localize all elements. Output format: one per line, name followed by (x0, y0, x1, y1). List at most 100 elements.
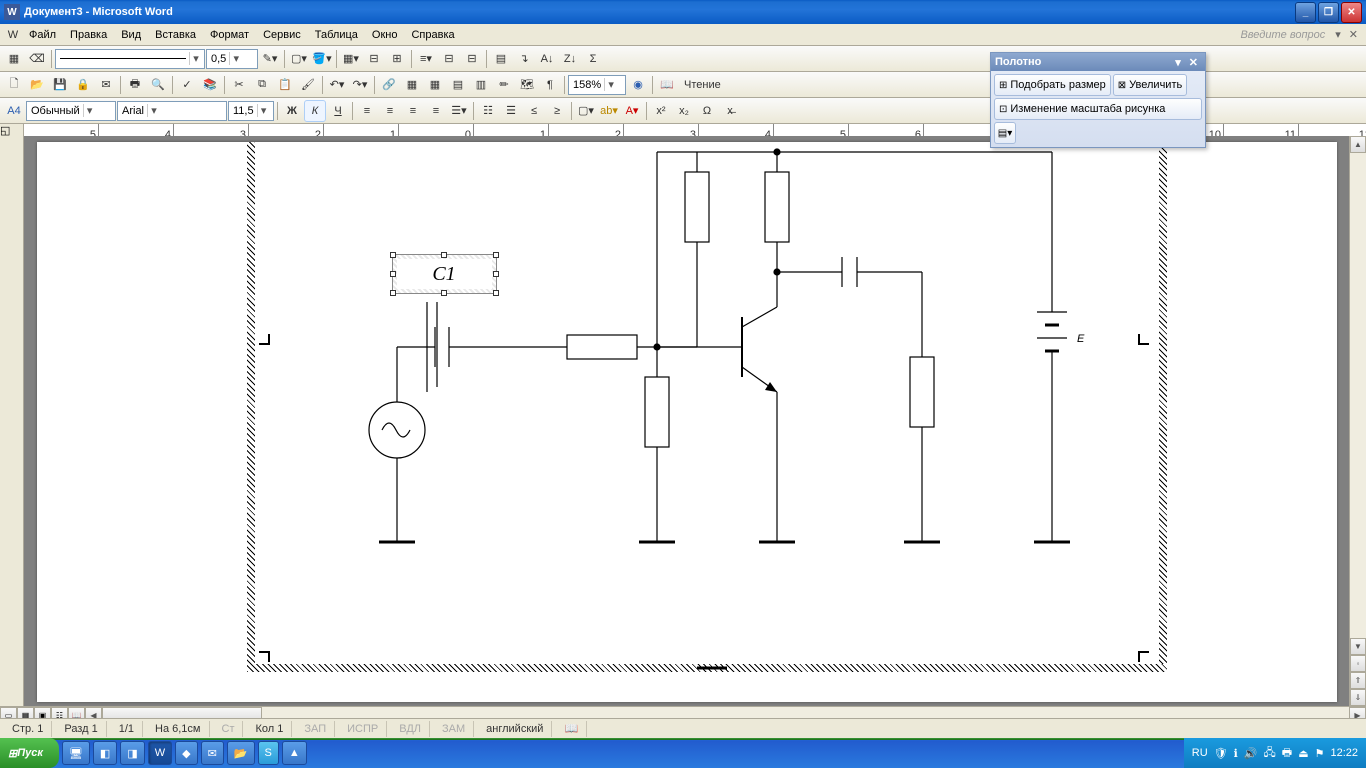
sort-desc-icon[interactable]: Z↓ (559, 48, 581, 70)
open-icon[interactable]: 📂 (26, 74, 48, 96)
menu-edit[interactable]: Правка (63, 27, 114, 43)
ask-box[interactable]: Введите вопрос (1240, 29, 1331, 41)
tables-borders-icon[interactable]: ▦ (401, 74, 423, 96)
save-icon[interactable]: 💾 (49, 74, 71, 96)
permission-icon[interactable]: 🔒 (72, 74, 94, 96)
task-app2[interactable]: ✉ (201, 741, 224, 765)
tray-lang[interactable]: RU (1192, 747, 1208, 759)
ql-app2-icon[interactable]: ◨ (120, 741, 144, 765)
line-spacing-icon[interactable]: ☰▾ (448, 100, 470, 122)
hyperlink-icon[interactable]: 🔗 (378, 74, 400, 96)
autoformat-icon[interactable]: ▤ (490, 48, 512, 70)
align-right-icon[interactable]: ≡ (402, 100, 424, 122)
sort-asc-icon[interactable]: A↓ (536, 48, 558, 70)
canvas-panel-title[interactable]: Полотно ▾✕ (991, 53, 1205, 71)
format-painter-icon[interactable]: 🖌 (297, 74, 319, 96)
menu-format[interactable]: Формат (203, 27, 256, 43)
undo-icon[interactable]: ↶▾ (326, 74, 348, 96)
scale-button[interactable]: ⊡ Изменение масштаба рисунка (994, 98, 1202, 120)
task-word[interactable]: W (148, 741, 172, 765)
copy-icon[interactable]: ⧉ (251, 74, 273, 96)
show-marks-icon[interactable]: ¶ (539, 74, 561, 96)
redo-icon[interactable]: ↷▾ (349, 74, 371, 96)
columns-icon[interactable]: ▥ (470, 74, 492, 96)
menu-tools[interactable]: Сервис (256, 27, 308, 43)
bold-button[interactable]: Ж (281, 100, 303, 122)
prev-page-icon[interactable]: ⇑ (1350, 672, 1366, 689)
distribute-cols-icon[interactable]: ⊟ (461, 48, 483, 70)
menu-file[interactable]: Файл (22, 27, 63, 43)
vertical-ruler[interactable] (0, 136, 24, 706)
zoom-combo[interactable]: 158%▾ (568, 75, 626, 95)
ql-desktop-icon[interactable]: 🖥 (62, 741, 90, 765)
excel-icon[interactable]: ▤ (447, 74, 469, 96)
paste-icon[interactable]: 📋 (274, 74, 296, 96)
text-direction-icon[interactable]: ↴ (513, 48, 535, 70)
tray-print-icon[interactable]: 🖶 (1282, 744, 1292, 763)
decrease-indent-icon[interactable]: ≤ (523, 100, 545, 122)
underline-button[interactable]: Ч (327, 100, 349, 122)
word-menu-icon[interactable]: W (4, 24, 22, 46)
italic-button[interactable]: К (304, 100, 326, 122)
canvas-toolbar-panel[interactable]: Полотно ▾✕ ⊞ Подобрать размер ⊠ Увеличит… (990, 52, 1206, 148)
increase-indent-icon[interactable]: ≥ (546, 100, 568, 122)
browse-object-icon[interactable]: ◦ (1350, 655, 1366, 672)
insert-table-icon[interactable]: ▦▾ (340, 48, 362, 70)
tray-network-icon[interactable]: 🖧 (1264, 744, 1276, 763)
align-left-icon[interactable]: ≡ (356, 100, 378, 122)
reading-mode-button[interactable]: Чтение (679, 74, 726, 96)
outside-border-icon[interactable]: ▢▾ (288, 48, 310, 70)
spelling-icon[interactable]: ✓ (176, 74, 198, 96)
shading-color-icon[interactable]: 🪣▾ (311, 48, 333, 70)
style-combo[interactable]: Обычный▾ (26, 101, 116, 121)
fit-button[interactable]: ⊞ Подобрать размер (994, 74, 1111, 96)
read-icon[interactable]: 📖 (656, 74, 678, 96)
restore-button[interactable]: ❐ (1318, 2, 1339, 23)
status-spell-icon[interactable]: 📖 (556, 721, 587, 737)
next-page-icon[interactable]: ⇓ (1350, 689, 1366, 706)
panel-close-icon[interactable]: ✕ (1186, 56, 1201, 69)
menu-table[interactable]: Таблица (308, 27, 365, 43)
ql-app1-icon[interactable]: ◧ (93, 741, 117, 765)
tray-clock[interactable]: 12:22 (1330, 747, 1358, 759)
align-cell-icon[interactable]: ≡▾ (415, 48, 437, 70)
start-button[interactable]: ⊞ Пуск (0, 738, 59, 768)
superscript-icon[interactable]: x² (650, 100, 672, 122)
line-style-combo[interactable]: ▾ (55, 49, 205, 69)
print-preview-icon[interactable]: 🔍 (147, 74, 169, 96)
panel-dropdown-icon[interactable]: ▾ (1172, 56, 1184, 69)
subscript-icon[interactable]: x₂ (673, 100, 695, 122)
size-combo[interactable]: 11,5▾ (228, 101, 274, 121)
align-center-icon[interactable]: ≡ (379, 100, 401, 122)
status-rec[interactable]: ЗАП (296, 721, 335, 737)
bullets-icon[interactable]: ☰ (500, 100, 522, 122)
scroll-up-icon[interactable]: ▲ (1350, 136, 1366, 153)
drawing-icon[interactable]: ✏ (493, 74, 515, 96)
email-icon[interactable]: ✉ (95, 74, 117, 96)
research-icon[interactable]: 📚 (199, 74, 221, 96)
tray-safely-remove-icon[interactable]: ⏏ (1298, 747, 1308, 760)
close-button[interactable]: ✕ (1341, 2, 1362, 23)
status-ext[interactable]: ВДЛ (391, 721, 430, 737)
tray-info-icon[interactable]: ℹ (1234, 747, 1238, 760)
expand-button[interactable]: ⊠ Увеличить (1113, 74, 1187, 96)
menu-help[interactable]: Справка (404, 27, 461, 43)
menu-window[interactable]: Окно (365, 27, 405, 43)
split-cells-icon[interactable]: ⊞ (386, 48, 408, 70)
cut-icon[interactable]: ✂ (228, 74, 250, 96)
task-app4[interactable]: ▲ (282, 741, 307, 765)
border-color-icon[interactable]: ✎▾ (259, 48, 281, 70)
line-weight-combo[interactable]: 0,5▾ (206, 49, 258, 69)
eraser-icon[interactable]: ⌫ (26, 48, 48, 70)
text-wrap-icon[interactable]: ▤▾ (994, 122, 1016, 144)
font-combo[interactable]: Arial▾ (117, 101, 227, 121)
symbol-icon[interactable]: Ω (696, 100, 718, 122)
tray-flag-icon[interactable]: ⚑ (1315, 747, 1325, 760)
page[interactable]: C1 E (37, 142, 1337, 702)
styles-pane-icon[interactable]: А4 (3, 100, 25, 122)
scroll-down-icon[interactable]: ▼ (1350, 638, 1366, 655)
menu-insert[interactable]: Вставка (148, 27, 203, 43)
highlight-icon[interactable]: ab▾ (598, 100, 620, 122)
vertical-scrollbar[interactable]: ▲ ▼ ◦ ⇑ ⇓ (1349, 136, 1366, 706)
tray-volume-icon[interactable]: 🔊 (1244, 747, 1258, 760)
